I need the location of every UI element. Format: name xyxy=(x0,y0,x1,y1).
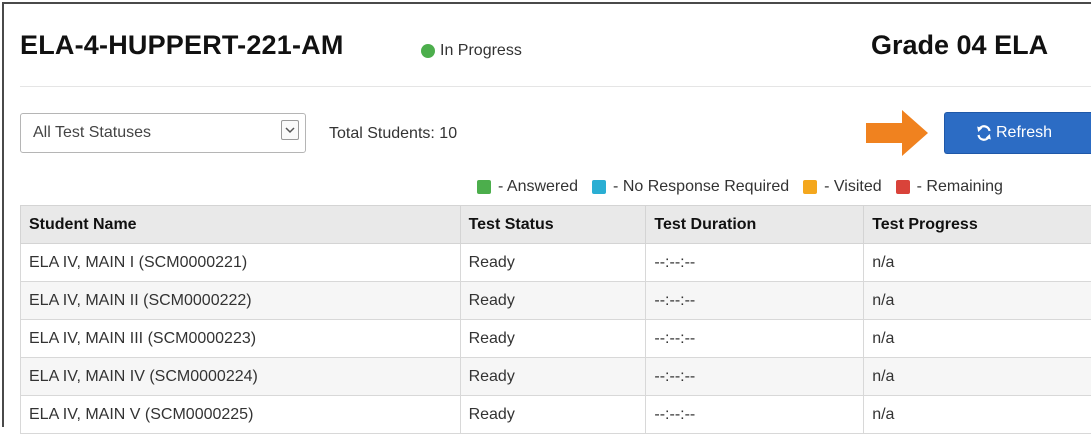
test-status-cell: Ready xyxy=(460,320,646,358)
test-status-cell: Ready xyxy=(460,282,646,320)
filter-selected-value: All Test Statuses xyxy=(33,124,151,142)
legend: - Answered - No Response Required - Visi… xyxy=(477,178,1017,196)
table-header-row: Student Name Test Status Test Duration T… xyxy=(21,206,1091,244)
test-duration-cell: --:--:-- xyxy=(646,282,864,320)
student-name-cell: ELA IV, MAIN I (SCM0000221) xyxy=(21,244,461,282)
legend-label: - No Response Required xyxy=(613,178,789,196)
column-header-test-status[interactable]: Test Status xyxy=(460,206,646,244)
table-row[interactable]: ELA IV, MAIN III (SCM0000223) Ready --:-… xyxy=(21,320,1091,358)
table-row[interactable]: ELA IV, MAIN IV (SCM0000224) Ready --:--… xyxy=(21,358,1091,396)
divider xyxy=(20,86,1091,87)
table-row[interactable]: ELA IV, MAIN II (SCM0000222) Ready --:--… xyxy=(21,282,1091,320)
table-row[interactable]: ELA IV, MAIN I (SCM0000221) Ready --:--:… xyxy=(21,244,1091,282)
refresh-button[interactable]: Refresh xyxy=(944,112,1091,154)
total-students: Total Students: 10 xyxy=(329,125,457,143)
test-status-cell: Ready xyxy=(460,358,646,396)
remaining-swatch-icon xyxy=(896,180,910,194)
test-duration-cell: --:--:-- xyxy=(646,358,864,396)
table-row[interactable]: ELA IV, MAIN V (SCM0000225) Ready --:--:… xyxy=(21,396,1091,434)
test-duration-cell: --:--:-- xyxy=(646,320,864,358)
arrow-right-icon xyxy=(866,108,930,163)
column-header-test-duration[interactable]: Test Duration xyxy=(646,206,864,244)
column-header-student-name[interactable]: Student Name xyxy=(21,206,461,244)
no-response-swatch-icon xyxy=(592,180,606,194)
refresh-label: Refresh xyxy=(996,124,1052,142)
legend-answered: - Answered xyxy=(477,178,578,196)
legend-label: - Answered xyxy=(498,178,578,196)
test-status-cell: Ready xyxy=(460,244,646,282)
test-duration-cell: --:--:-- xyxy=(646,396,864,434)
chevron-down-icon[interactable] xyxy=(281,120,299,140)
legend-remaining: - Remaining xyxy=(896,178,1003,196)
test-duration-cell: --:--:-- xyxy=(646,244,864,282)
answered-swatch-icon xyxy=(477,180,491,194)
test-status-cell: Ready xyxy=(460,396,646,434)
student-name-cell: ELA IV, MAIN V (SCM0000225) xyxy=(21,396,461,434)
session-title: ELA-4-HUPPERT-221-AM xyxy=(20,30,344,61)
test-status-filter[interactable]: All Test Statuses xyxy=(20,113,306,153)
session-status: In Progress xyxy=(421,42,522,60)
legend-visited: - Visited xyxy=(803,178,882,196)
test-progress-cell: n/a xyxy=(864,320,1091,358)
student-name-cell: ELA IV, MAIN II (SCM0000222) xyxy=(21,282,461,320)
refresh-icon xyxy=(976,125,992,141)
column-header-test-progress[interactable]: Test Progress xyxy=(864,206,1091,244)
test-progress-cell: n/a xyxy=(864,244,1091,282)
legend-label: - Visited xyxy=(824,178,882,196)
status-dot-icon xyxy=(421,44,435,58)
grade-title: Grade 04 ELA xyxy=(871,30,1048,61)
visited-swatch-icon xyxy=(803,180,817,194)
test-progress-cell: n/a xyxy=(864,396,1091,434)
legend-no-response: - No Response Required xyxy=(592,178,789,196)
student-name-cell: ELA IV, MAIN III (SCM0000223) xyxy=(21,320,461,358)
status-text: In Progress xyxy=(440,42,522,60)
legend-label: - Remaining xyxy=(917,178,1003,196)
students-table: Student Name Test Status Test Duration T… xyxy=(20,205,1091,434)
test-progress-cell: n/a xyxy=(864,282,1091,320)
test-progress-cell: n/a xyxy=(864,358,1091,396)
student-name-cell: ELA IV, MAIN IV (SCM0000224) xyxy=(21,358,461,396)
